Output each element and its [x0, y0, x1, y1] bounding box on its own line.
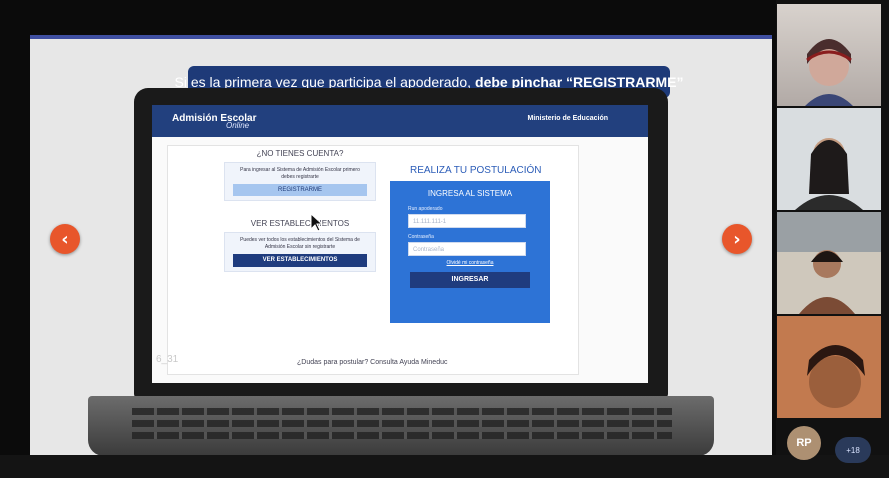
register-button[interactable]: REGISTRARME	[233, 184, 367, 196]
login-button[interactable]: INGRESAR	[410, 272, 530, 288]
login-panel: INGRESA AL SISTEMA Run apoderado 11.111.…	[390, 181, 550, 323]
shared-screen: Si es la primera vez que participa el ap…	[0, 0, 776, 478]
apply-title: REALIZA TU POSTULACIÓN	[410, 165, 542, 176]
next-slide-button[interactable]: ›	[722, 224, 752, 254]
establishments-title: VER ESTABLECIMIENTOS	[250, 219, 350, 228]
register-card: Para ingresar al Sistema de Admisión Esc…	[224, 162, 376, 201]
establishments-card: Puedes ver todos los establecimientos de…	[224, 232, 376, 272]
participant-video-3[interactable]	[777, 212, 881, 314]
help-footer: ¿Dudas para postular? Consulta Ayuda Min…	[297, 359, 447, 366]
participant-video-2[interactable]	[777, 108, 881, 210]
site-logo-sub: Online	[226, 121, 250, 130]
password-label: Contraseña	[408, 234, 434, 240]
participant-video-4[interactable]	[777, 316, 881, 418]
register-description: Para ingresar al Sistema de Admisión Esc…	[240, 167, 360, 180]
meeting-bottom-bar	[0, 455, 889, 478]
chevron-right-icon: ›	[733, 228, 741, 250]
rut-input[interactable]: 11.111.111-1	[408, 214, 526, 228]
help-question: ¿Dudas para postular?	[297, 359, 369, 366]
keyboard-row	[132, 420, 672, 427]
rut-label: Run apoderado	[408, 206, 443, 212]
no-account-title: ¿NO TIENES CUENTA?	[256, 149, 344, 158]
participant-portrait-icon	[777, 316, 881, 418]
establishments-description: Puedes ver todos los establecimientos de…	[240, 237, 360, 250]
participant-portrait-icon	[777, 212, 881, 314]
password-input[interactable]: Contraseña	[408, 242, 526, 256]
participant-portrait-icon	[805, 39, 853, 106]
mouse-cursor-icon	[311, 214, 324, 232]
participant-portrait-icon	[777, 108, 881, 210]
chevron-left-icon: ‹	[61, 228, 69, 250]
forgot-password-link[interactable]: Olvidé mi contraseña	[390, 260, 550, 266]
login-panel-title: INGRESA AL SISTEMA	[427, 189, 513, 198]
previous-slide-button[interactable]: ‹	[50, 224, 80, 254]
site-header: Admisión Escolar Online Ministerio de Ed…	[152, 105, 648, 137]
admission-website: Admisión Escolar Online Ministerio de Ed…	[152, 105, 648, 383]
ministry-label: Ministerio de Educación	[527, 115, 608, 122]
participant-video-1[interactable]	[777, 4, 881, 106]
left-column: ¿NO TIENES CUENTA? Para ingresar al Sist…	[224, 149, 376, 272]
screen-id-label: 6_31	[156, 354, 179, 365]
help-link[interactable]: Consulta Ayuda Mineduc	[370, 359, 447, 366]
view-establishments-button[interactable]: VER ESTABLECIMIENTOS	[233, 254, 367, 267]
more-participants-button[interactable]: +18	[835, 437, 871, 463]
participant-avatar[interactable]: RP	[787, 426, 821, 460]
keyboard-row	[132, 408, 672, 415]
keyboard-row	[132, 432, 672, 439]
